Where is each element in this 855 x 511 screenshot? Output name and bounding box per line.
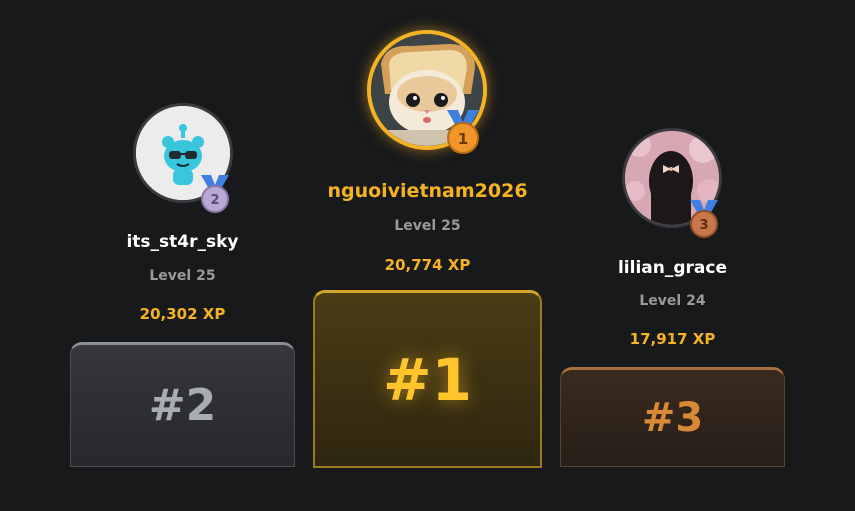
username: its_st4r_sky (126, 232, 239, 252)
avatar-container: 3 (622, 128, 722, 240)
medal-number: 2 (210, 193, 219, 208)
podium-player-rank-2[interactable]: 2 its_st4r_sky Level 25 20,302 XP (70, 0, 295, 340)
level-text: Level 25 (149, 268, 216, 284)
podium-block-rank-3: #3 (560, 367, 785, 467)
xp-text: 20,774 XP (384, 256, 471, 274)
podium-rank-label: #3 (641, 395, 704, 441)
xp-text: 17,917 XP (629, 330, 716, 348)
medal-icon: 2 (201, 175, 229, 213)
podium-player-rank-3[interactable]: 3 lilian_grace Level 24 17,917 XP (560, 0, 785, 365)
medal-icon: 3 (690, 200, 718, 238)
medal-number: 1 (458, 130, 468, 148)
xp-text: 20,302 XP (139, 305, 226, 323)
medal-number: 3 (699, 218, 708, 233)
podium-player-rank-1[interactable]: 1 nguoivietnam2026 Level 25 20,774 XP (313, 0, 542, 288)
podium-block-rank-1: #1 (313, 290, 542, 468)
avatar-container: 1 (367, 30, 487, 156)
leaderboard-podium: 2 its_st4r_sky Level 25 20,302 XP #2 1 n… (0, 0, 855, 511)
level-text: Level 25 (394, 218, 461, 234)
podium-rank-label: #2 (148, 380, 217, 431)
avatar-container: 2 (133, 103, 233, 215)
podium-rank-label: #1 (383, 345, 472, 414)
level-text: Level 24 (639, 293, 706, 309)
podium-block-rank-2: #2 (70, 342, 295, 467)
username: lilian_grace (617, 258, 727, 278)
username: nguoivietnam2026 (327, 180, 528, 202)
medal-icon: 1 (447, 110, 479, 154)
